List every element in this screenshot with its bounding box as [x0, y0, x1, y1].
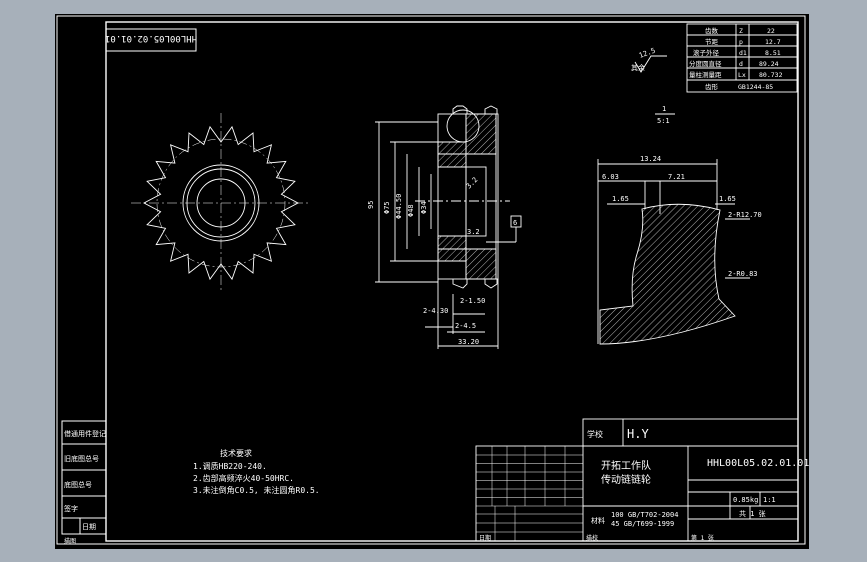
- bottom-label-2: 描校: [586, 534, 598, 542]
- param-symbol-4: Lx: [738, 71, 746, 79]
- dim-d48: Φ48: [407, 204, 415, 217]
- param-name-5: 齿形: [705, 83, 719, 91]
- dim-r083: 2-R0.83: [728, 270, 758, 278]
- sheet-count: 共 1 张: [739, 509, 766, 518]
- company-label: 学校: [587, 429, 603, 439]
- param-name-4: 量柱测量距: [689, 70, 722, 79]
- dim-c150: 2-1.50: [460, 297, 485, 305]
- title-drawing-number: HHL00L05.02.01.01: [707, 458, 809, 469]
- param-symbol-2: d1: [739, 49, 747, 57]
- dim-d4450: Φ44.50: [395, 194, 403, 219]
- dim-1324: 13.24: [640, 155, 661, 163]
- side-label-5: 日期: [82, 523, 96, 531]
- dim-c45: 2-4.5: [455, 322, 476, 330]
- side-label-4: 签字: [64, 504, 78, 513]
- dim-603: 6.03: [602, 173, 619, 181]
- param-symbol-1: p: [739, 38, 743, 46]
- side-label-3: 底图总号: [64, 480, 92, 489]
- param-value-4: 80.732: [759, 71, 783, 79]
- part-name-line1: 开拓工作队: [601, 459, 651, 472]
- roughness-value: 12.5: [638, 47, 657, 60]
- dim-r-2: 3.2: [467, 228, 480, 236]
- dim-r-1: 3.2: [465, 176, 480, 191]
- tech-req-item-3: 3.未注倒角C0.5, 未注圆角R0.5.: [193, 485, 320, 495]
- dim-165a: 1.65: [612, 195, 629, 203]
- standard-2: 45 GB/T699-1999: [611, 520, 674, 528]
- sprocket-front-view: [131, 113, 311, 293]
- sheet-number: 第 1 张: [691, 534, 714, 542]
- rotated-drawing-number: HHL00L05.02.01.01: [105, 33, 197, 43]
- side-label-2: 旧底图总号: [64, 454, 99, 463]
- roughness-note: 其余: [631, 63, 645, 72]
- param-symbol-3: d: [739, 60, 743, 68]
- param-symbol-0: Z: [739, 27, 743, 35]
- side-label-1: 借通用件登记: [64, 429, 106, 438]
- part-name-line2: 传动链链轮: [601, 473, 651, 486]
- technical-drawing: HHL00L05.02.01.01 借通用件登记 旧底图总号 底图总号 签字 日…: [56, 15, 809, 545]
- param-name-0: 齿数: [705, 26, 719, 35]
- rotated-number-box: HHL00L05.02.01.01: [105, 28, 197, 52]
- param-value-2: 8.51: [765, 49, 781, 57]
- tooth-detail-view: [597, 159, 750, 345]
- dim-165b: 1.65: [719, 195, 736, 203]
- technical-requirements: 技术要求 1.调质HB220-240. 2.齿部高频淬火40-50HRC. 3.…: [193, 448, 320, 495]
- weight: 0.85kg: [733, 496, 758, 504]
- company-name: H.Y: [627, 427, 649, 441]
- dim-c430: 2-4.30: [423, 307, 448, 315]
- param-value-1: 12.7: [765, 38, 781, 46]
- param-value-0: 22: [767, 27, 775, 35]
- dim-w3320: 33.20: [458, 338, 479, 346]
- dim-95: 95: [367, 201, 375, 209]
- dim-d34: Φ34: [420, 201, 428, 214]
- dim-d75: Φ75: [383, 201, 391, 214]
- param-value-3: 89.24: [759, 60, 779, 68]
- param-value-5: GB1244-85: [738, 83, 773, 91]
- tech-req-item-1: 1.调质HB220-240.: [193, 461, 267, 471]
- standard-1: 100 GB/T702-2004: [611, 511, 678, 519]
- drawing-sheet: HHL00L05.02.01.01 借通用件登记 旧底图总号 底图总号 签字 日…: [55, 14, 809, 549]
- title-block-grid: [476, 446, 583, 542]
- tech-req-title: 技术要求: [220, 448, 252, 458]
- detail-scale: 5:1: [657, 117, 670, 125]
- material-label: 材料: [591, 516, 605, 525]
- param-name-1: 节距: [705, 38, 719, 46]
- scale: 1:1: [763, 496, 776, 504]
- dim-flag: 6: [513, 219, 517, 227]
- param-name-2: 滚子外径: [693, 48, 720, 57]
- tech-req-item-2: 2.齿部高频淬火40-50HRC.: [193, 473, 294, 483]
- bottom-label-3: 日期: [479, 534, 491, 542]
- bottom-label-1: 描图: [64, 537, 76, 545]
- param-name-3: 分度圆直径: [689, 59, 722, 68]
- dim-721: 7.21: [668, 173, 685, 181]
- dim-r1270: 2-R12.70: [728, 211, 762, 219]
- detail-number: 1: [662, 105, 666, 113]
